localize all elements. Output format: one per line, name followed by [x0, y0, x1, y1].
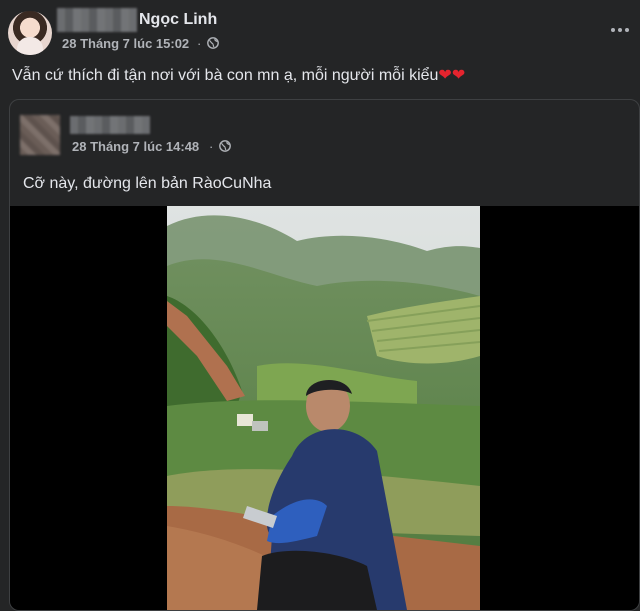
time-separator: ·: [197, 36, 202, 51]
video-player[interactable]: [10, 206, 639, 610]
shared-post-caption: Cỡ này, đường lên bản RàoCuNha: [23, 175, 272, 192]
globe-icon: [207, 37, 219, 49]
heart-emojis: ❤❤: [438, 67, 466, 84]
video-frame[interactable]: [167, 206, 480, 610]
post-header: Ngọc Linh 28 Tháng 7 lúc 15:02 ·: [0, 0, 640, 60]
globe-icon: [219, 140, 231, 152]
post-caption: Vẫn cứ thích đi tận nơi với bà con mn ạ,…: [12, 65, 465, 85]
blurred-name-prefix: [57, 8, 137, 32]
more-options-button[interactable]: [606, 18, 634, 42]
time-separator: ·: [209, 139, 214, 154]
shared-author-avatar[interactable]: [20, 115, 60, 155]
author-avatar[interactable]: [8, 11, 52, 55]
post-timestamp[interactable]: 28 Tháng 7 lúc 15:02: [62, 36, 189, 51]
author-name[interactable]: Ngọc Linh: [139, 11, 217, 29]
shared-post-card[interactable]: 28 Tháng 7 lúc 14:48 · Cỡ này, đường lên…: [9, 99, 640, 611]
shared-post-timestamp[interactable]: 28 Tháng 7 lúc 14:48: [72, 139, 199, 154]
mountain-scene-image: [167, 206, 480, 610]
post-caption-text: Vẫn cứ thích đi tận nơi với bà con mn ạ,…: [12, 67, 439, 84]
shared-author-name-blurred: [70, 116, 150, 134]
more-options-icon: [611, 28, 629, 32]
